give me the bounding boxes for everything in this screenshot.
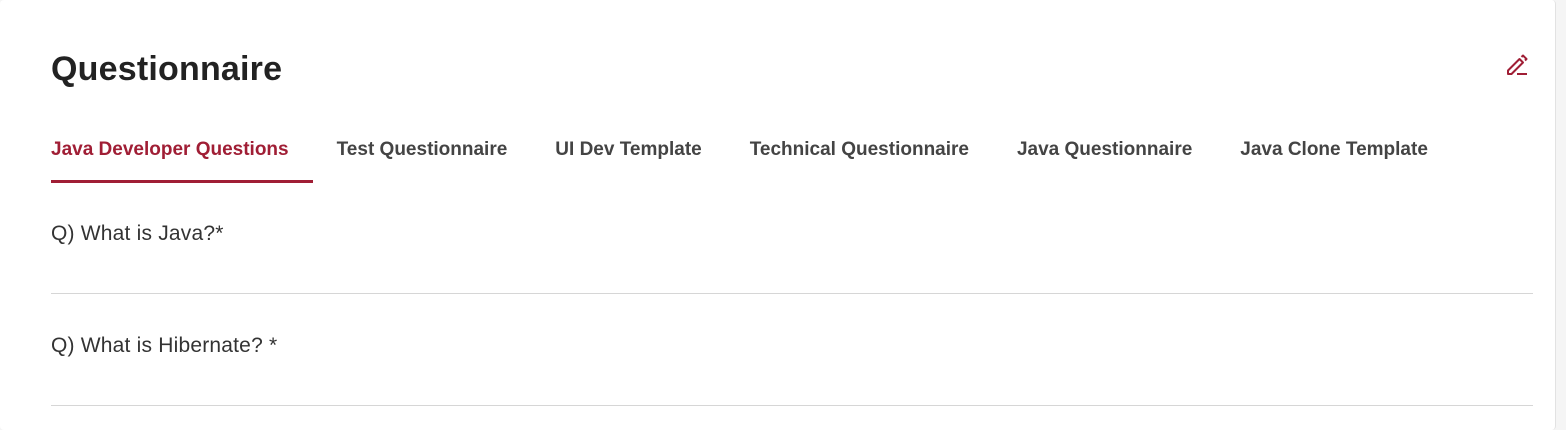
question-item: Q) What is Hibernate? * — [51, 312, 1533, 406]
tab-ui-dev-template[interactable]: UI Dev Template — [531, 118, 725, 182]
tab-technical-questionnaire[interactable]: Technical Questionnaire — [726, 118, 993, 182]
question-text: Q) What is Java?* — [51, 222, 224, 245]
tab-java-clone-template[interactable]: Java Clone Template — [1216, 118, 1452, 182]
tab-java-developer-questions[interactable]: Java Developer Questions — [51, 118, 313, 183]
question-item: Q) What is Java?* — [51, 200, 1533, 294]
questionnaire-card: Questionnaire Java Developer Questions T… — [0, 0, 1556, 430]
question-text: Q) What is Hibernate? * — [51, 334, 278, 357]
edit-button[interactable] — [1502, 50, 1532, 80]
pencil-edit-icon — [1507, 54, 1528, 75]
questionnaire-tabs: Java Developer Questions Test Questionna… — [51, 118, 1452, 184]
tab-java-questionnaire[interactable]: Java Questionnaire — [993, 118, 1216, 182]
page-title: Questionnaire — [51, 50, 283, 88]
tab-test-questionnaire[interactable]: Test Questionnaire — [313, 118, 532, 182]
